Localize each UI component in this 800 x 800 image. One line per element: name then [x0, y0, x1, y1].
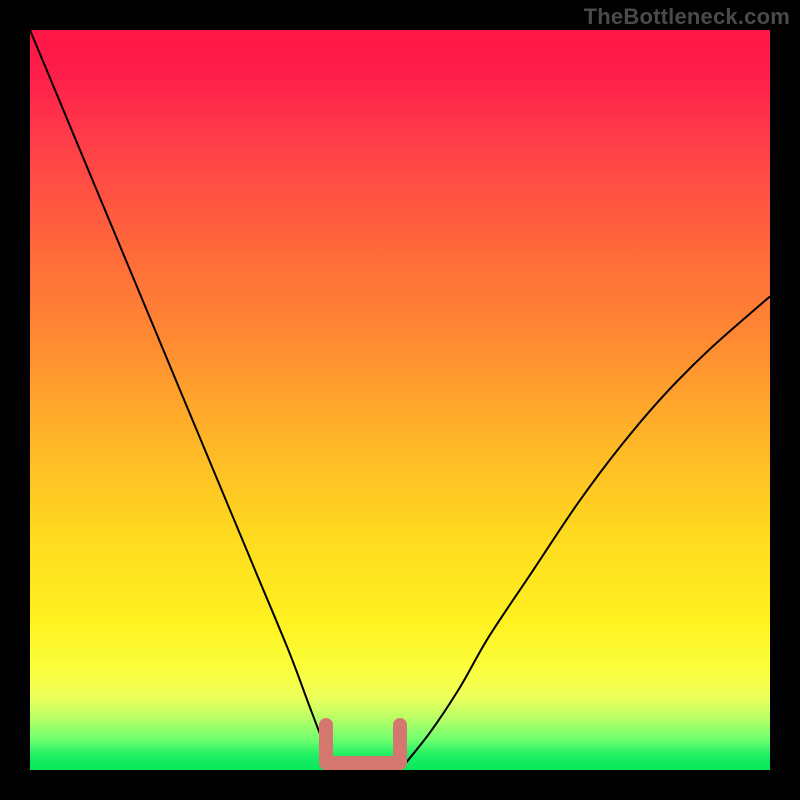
watermark-text: TheBottleneck.com	[584, 4, 790, 30]
curve-layer	[30, 30, 770, 770]
curve-left-branch	[30, 30, 341, 770]
plot-area	[30, 30, 770, 770]
minimum-bracket	[326, 725, 400, 763]
curve-right-branch	[400, 296, 770, 770]
chart-frame: TheBottleneck.com	[0, 0, 800, 800]
